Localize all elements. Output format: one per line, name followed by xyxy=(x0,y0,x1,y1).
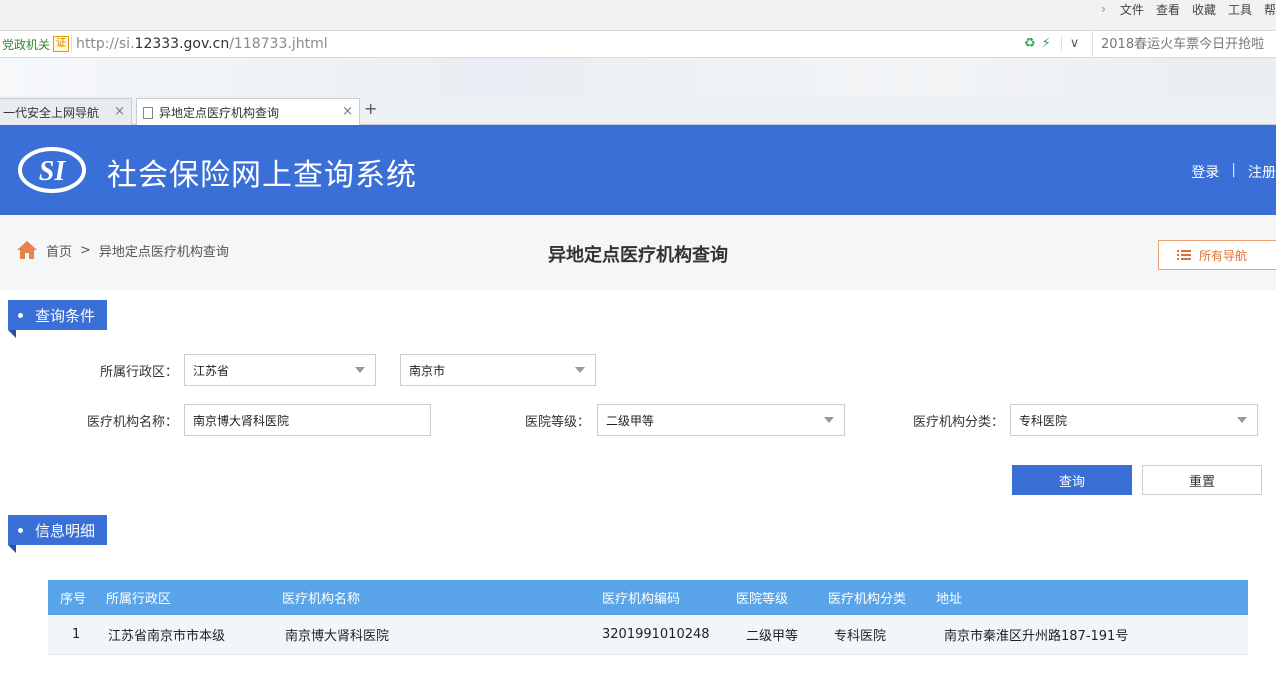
recycle-icon[interactable]: ♻ xyxy=(1024,36,1036,51)
page-icon xyxy=(143,106,153,119)
cell-level: 二级甲等 xyxy=(746,629,799,644)
cell-name: 南京博大肾科医院 xyxy=(285,629,390,644)
close-icon[interactable]: × xyxy=(342,104,353,119)
tab-query[interactable]: 异地定点医疗机构查询 × xyxy=(136,98,360,126)
category-label: 医疗机构分类： xyxy=(912,415,1004,430)
cell-category: 专科医院 xyxy=(834,629,887,644)
certificate-icon: 证 xyxy=(53,36,70,52)
browser-menu: › 文件 查看 收藏 工具 帮 xyxy=(1101,0,1276,18)
col-header-code: 医疗机构编码 xyxy=(602,592,681,607)
institution-name-value: 南京博大肾科医院 xyxy=(193,413,290,428)
level-value: 二级甲等 xyxy=(606,413,655,428)
url-input[interactable]: http://si.12333.gov.cn/118733.jhtml xyxy=(76,36,328,52)
address-bar-icons: ♻ ⚡ ∨ xyxy=(1024,36,1079,51)
chevron-right-icon[interactable]: › xyxy=(1101,2,1106,16)
menu-file[interactable]: 文件 xyxy=(1120,1,1144,18)
url-prefix: http://si. xyxy=(76,36,135,52)
chevron-down-icon[interactable]: ∨ xyxy=(1060,36,1079,51)
cell-address: 南京市秦淮区升州路187-191号 xyxy=(944,629,1129,644)
tab-label: 异地定点医疗机构查询 xyxy=(159,106,280,120)
city-value: 南京市 xyxy=(409,363,446,378)
name-label: 医疗机构名称： xyxy=(86,415,178,430)
category-value: 专科医院 xyxy=(1019,413,1068,428)
cell-region: 江苏省南京市市本级 xyxy=(108,629,226,644)
gov-site-badge[interactable]: 党政机关 证 xyxy=(0,35,73,53)
col-header-index: 序号 xyxy=(60,592,87,607)
bullet-icon xyxy=(18,527,23,533)
auth-links: 登录 | 注册 xyxy=(1191,162,1276,182)
logo-text: SI xyxy=(39,156,67,187)
url-path: /118733.jhtml xyxy=(229,36,328,52)
city-select[interactable]: 南京市 xyxy=(400,354,596,386)
menu-help[interactable]: 帮 xyxy=(1264,1,1276,18)
browser-menubar: › 文件 查看 收藏 工具 帮 xyxy=(0,0,1276,30)
site-title: 社会保险网上查询系统 xyxy=(107,158,417,193)
search-suggestion[interactable]: 2018春运火车票今日开抢啦 xyxy=(1092,31,1276,59)
gov-badge-label: 党政机关 xyxy=(2,37,51,52)
menu-favorites[interactable]: 收藏 xyxy=(1192,1,1216,18)
col-header-name: 医疗机构名称 xyxy=(282,592,361,607)
bullet-icon xyxy=(18,312,23,318)
query-button[interactable]: 查询 xyxy=(1012,465,1132,495)
level-label: 医院等级： xyxy=(524,415,590,430)
cell-index: 1 xyxy=(72,627,81,642)
browser-toolbar-background xyxy=(0,58,1276,96)
si-logo[interactable]: SI xyxy=(18,147,86,193)
dropdown-arrow-icon xyxy=(355,367,365,373)
section-title-text: 信息明细 xyxy=(35,521,96,540)
dropdown-arrow-icon xyxy=(1237,417,1247,423)
cell-code: 3201991010248 xyxy=(602,627,710,642)
level-select[interactable]: 二级甲等 xyxy=(597,404,845,436)
province-value: 江苏省 xyxy=(193,363,230,378)
dropdown-arrow-icon xyxy=(824,417,834,423)
institution-name-input[interactable]: 南京博大肾科医院 xyxy=(184,404,431,436)
lightning-icon[interactable]: ⚡ xyxy=(1042,36,1051,51)
province-select[interactable]: 江苏省 xyxy=(184,354,376,386)
site-header: SI 社会保险网上查询系统 登录 | 注册 xyxy=(0,125,1276,215)
region-label: 所属行政区： xyxy=(99,365,178,380)
url-domain: 12333.gov.cn xyxy=(134,36,230,52)
new-tab-button[interactable]: + xyxy=(364,99,377,118)
col-header-address: 地址 xyxy=(936,592,963,607)
tab-label: 一代安全上网导航 xyxy=(3,105,100,120)
menu-view[interactable]: 查看 xyxy=(1156,1,1180,18)
reset-button[interactable]: 重置 xyxy=(1142,465,1262,495)
col-header-region: 所属行政区 xyxy=(106,592,172,607)
tab-bar: 一代安全上网导航 × 异地定点医疗机构查询 × + xyxy=(0,96,1276,126)
menu-tools[interactable]: 工具 xyxy=(1228,1,1252,18)
col-header-level: 医院等级 xyxy=(736,592,789,607)
list-icon xyxy=(1177,250,1191,260)
table-row[interactable]: 1 江苏省南京市市本级 南京博大肾科医院 3201991010248 二级甲等 … xyxy=(48,615,1248,655)
results-table: 序号 所属行政区 医疗机构名称 医疗机构编码 医院等级 医疗机构分类 地址 1 … xyxy=(48,580,1248,655)
login-link[interactable]: 登录 xyxy=(1191,162,1219,182)
section-title-text: 查询条件 xyxy=(35,306,96,325)
register-link[interactable]: 注册 xyxy=(1248,162,1276,182)
address-bar: 党政机关 证 http://si.12333.gov.cn/118733.jht… xyxy=(0,30,1276,59)
auth-separator: | xyxy=(1231,162,1236,178)
info-section-title: 信息明细 xyxy=(8,515,108,553)
query-section-title: 查询条件 xyxy=(8,300,108,338)
close-icon[interactable]: × xyxy=(114,104,125,119)
all-nav-label: 所有导航 xyxy=(1199,248,1248,263)
category-select[interactable]: 专科医院 xyxy=(1010,404,1258,436)
dropdown-arrow-icon xyxy=(575,367,585,373)
tab-nav[interactable]: 一代安全上网导航 × xyxy=(0,98,132,125)
all-nav-button[interactable]: 所有导航 xyxy=(1158,240,1276,270)
page-title: 异地定点医疗机构查询 xyxy=(548,245,728,266)
table-header: 序号 所属行政区 医疗机构名称 医疗机构编码 医院等级 医疗机构分类 地址 xyxy=(48,580,1248,615)
col-header-category: 医疗机构分类 xyxy=(828,592,907,607)
